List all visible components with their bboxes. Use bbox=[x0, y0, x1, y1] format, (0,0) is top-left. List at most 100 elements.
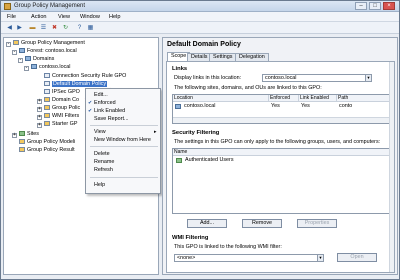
menu-window[interactable]: Window bbox=[80, 14, 100, 20]
tree-domain[interactable]: contoso.local bbox=[31, 64, 70, 71]
sites-icon bbox=[19, 131, 25, 136]
domain-icon bbox=[175, 104, 181, 109]
col-link-enabled[interactable]: Link Enabled bbox=[299, 95, 337, 102]
context-menu: Edit... ✔ Enforced ✔ Link Enabled Save R… bbox=[85, 88, 161, 194]
collapse-icon[interactable]: - bbox=[6, 42, 11, 47]
tree-domains[interactable]: Domains bbox=[25, 56, 54, 63]
menu-file[interactable]: File bbox=[7, 14, 16, 20]
links-table: Location Enforced Link Enabled Path cont… bbox=[172, 94, 392, 124]
menu-bar: File Action View Window Help bbox=[1, 12, 399, 22]
expand-icon[interactable]: + bbox=[37, 99, 42, 104]
display-links-value: contoso.local bbox=[265, 75, 297, 81]
domain-icon bbox=[31, 64, 37, 69]
display-links-label: Display links in this location: bbox=[174, 75, 242, 81]
folder-icon bbox=[44, 105, 50, 110]
tab-details[interactable]: Details bbox=[187, 53, 212, 61]
submenu-arrow-icon: ▸ bbox=[154, 129, 157, 135]
tree-forest[interactable]: Forest: contoso.local bbox=[19, 48, 77, 55]
tree-item-wmi-filters[interactable]: WMI Filters bbox=[44, 113, 79, 120]
minimize-button[interactable]: – bbox=[355, 2, 367, 10]
remove-button[interactable]: Remove bbox=[242, 219, 282, 228]
wmi-header: WMI Filtering bbox=[172, 235, 209, 241]
gpo-icon bbox=[44, 81, 50, 86]
gpo-icon bbox=[44, 73, 50, 78]
menu-item-refresh[interactable]: Refresh bbox=[94, 167, 113, 173]
details-pane: Default Domain Policy Scope Details Sett… bbox=[162, 37, 398, 275]
forest-icon bbox=[19, 48, 25, 53]
open-button[interactable]: Open bbox=[337, 253, 377, 262]
add-button[interactable]: Add... bbox=[187, 219, 227, 228]
tree-item-gpo[interactable]: Connection Security Rule GPO bbox=[44, 73, 126, 80]
links-header: Links bbox=[172, 66, 188, 72]
collapse-icon[interactable]: - bbox=[18, 58, 23, 63]
tree-results[interactable]: Group Policy Result bbox=[19, 147, 75, 154]
delete-icon[interactable]: ✖ bbox=[50, 24, 59, 32]
menu-action[interactable]: Action bbox=[31, 14, 47, 20]
expand-icon[interactable]: + bbox=[37, 123, 42, 128]
security-text: The settings in this GPO can only apply … bbox=[174, 139, 381, 145]
list-icon[interactable]: ☰ bbox=[39, 24, 48, 32]
tree-root[interactable]: Group Policy Management bbox=[13, 40, 85, 47]
wmi-filter-value: <none> bbox=[177, 255, 196, 261]
tree-item-starter-gpos[interactable]: Starter GP bbox=[44, 121, 77, 128]
menu-item-help[interactable]: Help bbox=[94, 182, 105, 188]
tab-body: Links Display links in this location: co… bbox=[166, 61, 395, 273]
menu-help[interactable]: Help bbox=[109, 14, 121, 20]
modeling-icon bbox=[19, 139, 25, 144]
properties-icon[interactable]: ▦ bbox=[86, 24, 95, 32]
folder-icon[interactable]: ▬ bbox=[28, 24, 37, 32]
menu-view[interactable]: View bbox=[58, 14, 70, 20]
collapse-icon[interactable]: - bbox=[24, 66, 29, 71]
linked-text: The following sites, domains, and OUs ar… bbox=[174, 85, 322, 91]
wmi-filter-dropdown[interactable]: <none> ▼ bbox=[174, 254, 324, 262]
row-link-enabled: Yes bbox=[301, 103, 310, 109]
menu-item-rename[interactable]: Rename bbox=[94, 159, 114, 165]
col-name[interactable]: Name bbox=[173, 149, 391, 156]
check-icon: ✔ bbox=[88, 108, 93, 114]
security-item-label: Authenticated Users bbox=[185, 157, 234, 163]
check-icon: ✔ bbox=[88, 100, 93, 106]
col-location[interactable]: Location bbox=[173, 95, 269, 102]
expand-icon[interactable]: + bbox=[12, 133, 17, 138]
expand-icon[interactable]: + bbox=[37, 115, 42, 120]
expand-icon[interactable]: + bbox=[37, 107, 42, 112]
dropdown-arrow-icon: ▼ bbox=[365, 75, 371, 81]
maximize-button[interactable]: □ bbox=[369, 2, 381, 10]
menu-item-save-report[interactable]: Save Report... bbox=[94, 116, 128, 122]
col-path[interactable]: Path bbox=[337, 95, 392, 102]
tree-sites[interactable]: Sites bbox=[19, 131, 39, 138]
dropdown-arrow-icon: ▼ bbox=[317, 255, 323, 261]
refresh-icon[interactable]: ↻ bbox=[61, 24, 70, 32]
properties-button[interactable]: Properties bbox=[297, 219, 337, 228]
row-path: conto bbox=[339, 103, 353, 109]
tree-modeling[interactable]: Group Policy Modeli bbox=[19, 139, 75, 146]
toolbar: ◀ ▶ ▬ ☰ ✖ ↻ ? ▦ bbox=[1, 22, 399, 34]
menu-item-delete[interactable]: Delete bbox=[94, 151, 110, 157]
collapse-icon[interactable]: - bbox=[12, 50, 17, 55]
close-button[interactable]: × bbox=[383, 2, 395, 10]
row-enforced: Yes bbox=[271, 103, 280, 109]
display-links-dropdown[interactable]: contoso.local ▼ bbox=[262, 74, 372, 82]
menu-item-enforced[interactable]: Enforced bbox=[94, 100, 116, 106]
col-enforced[interactable]: Enforced bbox=[269, 95, 299, 102]
menu-item-view[interactable]: View bbox=[94, 129, 106, 135]
tab-settings[interactable]: Settings bbox=[209, 53, 237, 61]
help-icon[interactable]: ? bbox=[75, 24, 84, 32]
results-icon bbox=[19, 147, 25, 152]
vertical-scrollbar[interactable] bbox=[389, 62, 394, 272]
forward-icon[interactable]: ▶ bbox=[15, 24, 24, 32]
menu-separator bbox=[90, 146, 158, 147]
gpo-icon bbox=[44, 89, 50, 94]
menu-item-link-enabled[interactable]: Link Enabled bbox=[94, 108, 125, 114]
gpm-icon bbox=[13, 40, 19, 45]
tab-delegation[interactable]: Delegation bbox=[235, 53, 269, 61]
back-icon[interactable]: ◀ bbox=[5, 24, 14, 32]
tree-item-group-policy-objects[interactable]: Group Polic bbox=[44, 105, 80, 112]
menu-item-new-window[interactable]: New Window from Here bbox=[94, 137, 151, 143]
folder-icon bbox=[44, 113, 50, 118]
title-bar: Group Policy Management – □ × bbox=[1, 1, 399, 12]
menu-item-edit[interactable]: Edit... bbox=[94, 92, 108, 98]
menu-separator bbox=[90, 177, 158, 178]
horizontal-scrollbar[interactable] bbox=[173, 117, 391, 123]
window-title: Group Policy Management bbox=[14, 3, 86, 9]
